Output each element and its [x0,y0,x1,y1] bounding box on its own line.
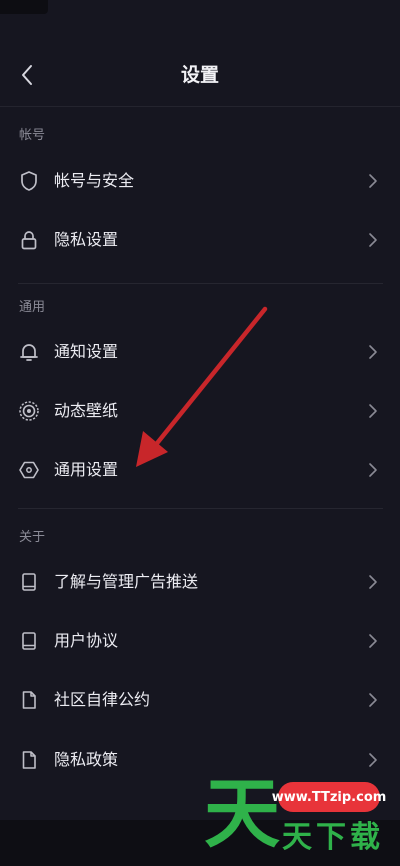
lock-icon [21,231,37,250]
back-button[interactable] [10,58,44,92]
page-title: 设置 [180,64,219,86]
section-header-about: 关于 [19,530,46,545]
book-icon [22,632,36,650]
chevron-right-icon [369,753,377,767]
chevron-right-icon [369,404,377,418]
section-header-general: 通用 [19,300,46,315]
row-label-ad-management: 了解与管理广告推送 [54,572,199,591]
watermark-text: 天下载 [282,820,384,855]
chevron-right-icon [369,634,377,648]
row-label-account-security: 帐号与安全 [54,171,135,190]
chevron-left-icon [22,65,32,85]
row-user-agreement[interactable]: 用户协议 [0,612,400,670]
section-divider [18,508,383,509]
status-bar-corner [0,0,48,14]
row-account-security[interactable]: 帐号与安全 [0,152,400,210]
watermark-url-badge: www.TTzip.com [272,782,386,812]
book-icon [22,573,36,591]
row-label-user-agreement: 用户协议 [54,631,119,650]
bell-icon [20,344,38,361]
document-icon [22,751,36,769]
status-bar [0,0,400,44]
chevron-right-icon [369,693,377,707]
row-label-privacy-settings: 隐私设置 [54,230,119,249]
row-privacy-settings[interactable]: 隐私设置 [0,211,400,269]
row-label-live-wallpaper: 动态壁纸 [54,401,119,420]
row-general-settings[interactable]: 通用设置 [0,441,400,499]
row-label-general-settings: 通用设置 [54,460,119,479]
document-icon [22,691,36,709]
row-live-wallpaper[interactable]: 动态壁纸 [0,382,400,440]
section-header-account: 帐号 [19,128,46,143]
section-divider [18,283,383,284]
row-label-community-guidelines: 社区自律公约 [54,690,151,709]
chevron-right-icon [369,174,377,188]
watermark-logo-char: 天 [204,769,280,858]
hexagon-icon [19,461,39,479]
shield-icon [21,171,37,191]
chevron-right-icon [369,233,377,247]
row-ad-management[interactable]: 了解与管理广告推送 [0,553,400,611]
chevron-right-icon [369,463,377,477]
navigation-bar: 设置 [0,44,400,107]
row-label-privacy-policy: 隐私政策 [54,750,119,769]
target-icon [19,401,39,421]
row-privacy-policy[interactable]: 隐私政策 [0,731,400,789]
chevron-right-icon [369,575,377,589]
row-community-guidelines[interactable]: 社区自律公约 [0,671,400,729]
row-notification-settings[interactable]: 通知设置 [0,323,400,381]
chevron-right-icon [369,345,377,359]
row-label-notification-settings: 通知设置 [54,342,119,361]
